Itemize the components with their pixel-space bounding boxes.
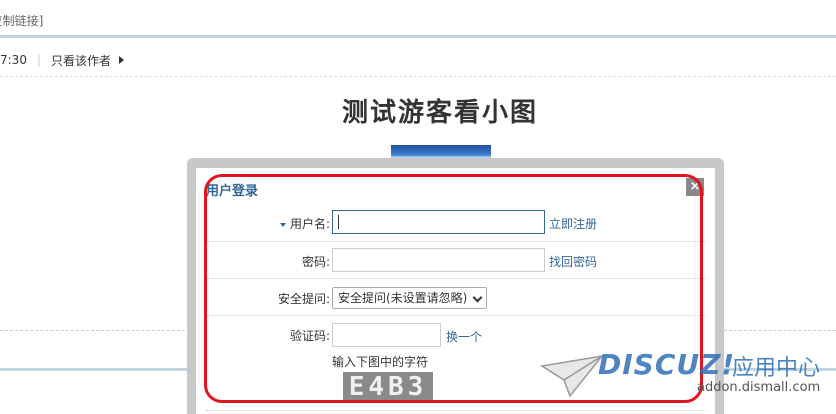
post-time: 7:30 bbox=[0, 53, 27, 67]
post-meta: 7:30 | 只看该作者 bbox=[0, 50, 125, 70]
watermark: DISCUZ! 应用中心 addon.dismall.com bbox=[540, 346, 836, 406]
watermark-title: 应用中心 bbox=[732, 356, 821, 381]
dash-divider bbox=[0, 76, 836, 77]
top-divider bbox=[0, 35, 836, 38]
watermark-url: addon.dismall.com bbox=[697, 380, 821, 395]
copy-link[interactable]: [复制链接] bbox=[0, 12, 43, 29]
caret-right-icon bbox=[119, 56, 125, 64]
post-title: 测试游客看小图 bbox=[341, 98, 538, 128]
meta-separator: | bbox=[36, 53, 41, 67]
only-author-link[interactable]: 只看该作者 bbox=[51, 52, 111, 69]
dash-divider-right bbox=[724, 330, 836, 331]
watermark-logo: DISCUZ! bbox=[598, 348, 736, 381]
dash-divider-left bbox=[0, 330, 190, 331]
paper-plane-icon bbox=[540, 354, 604, 398]
dialog-divider bbox=[206, 410, 706, 411]
